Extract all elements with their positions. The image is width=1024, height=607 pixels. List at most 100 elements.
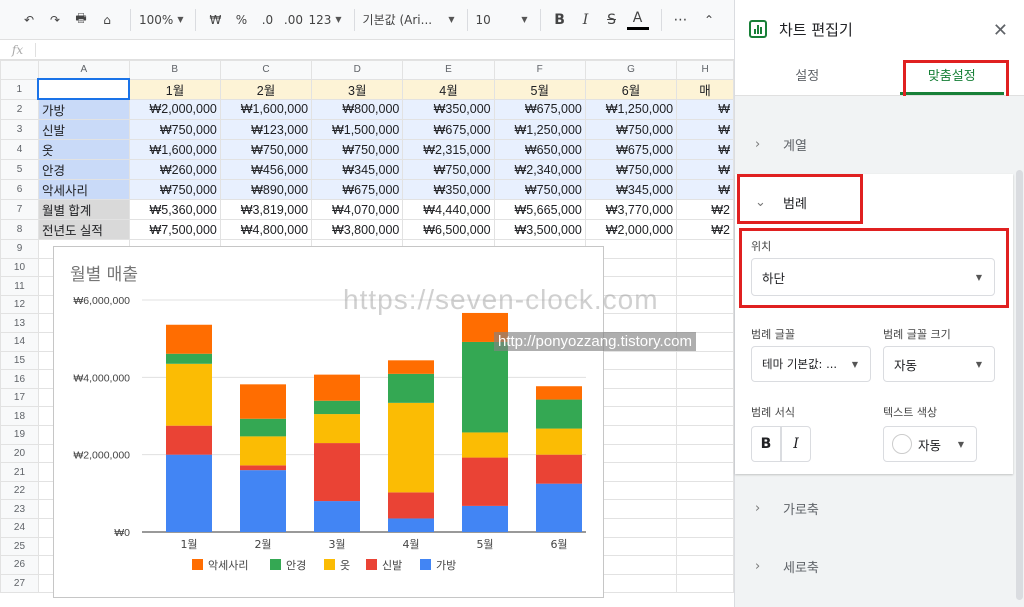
column-header[interactable]: D (311, 60, 404, 80)
cell[interactable]: ₩750,000 (128, 179, 221, 201)
cell[interactable]: ₩1,250,000 (584, 98, 678, 121)
text-color-dropdown[interactable]: 자동 ▼ (883, 426, 977, 462)
row-header[interactable]: 25 (0, 536, 39, 557)
row-header[interactable]: 14 (0, 332, 39, 352)
cell[interactable] (676, 480, 734, 501)
row-header[interactable]: 22 (0, 480, 39, 501)
cell[interactable]: ₩750,000 (584, 119, 678, 141)
cell[interactable]: ₩675,000 (584, 139, 678, 161)
column-header[interactable]: B (128, 60, 221, 80)
cell[interactable]: ₩ (676, 179, 734, 201)
panel-scrollbar[interactable] (1016, 170, 1023, 600)
cell[interactable]: 안경 (37, 159, 130, 181)
row-header[interactable]: 10 (0, 257, 39, 278)
column-header[interactable]: F (493, 60, 586, 80)
cell[interactable]: ₩7,500,000 (128, 219, 221, 241)
cell[interactable] (676, 555, 734, 575)
cell[interactable] (676, 443, 734, 464)
cell[interactable]: ₩2,340,000 (493, 159, 586, 181)
row-header[interactable]: 27 (0, 573, 39, 594)
cell[interactable]: 옷 (37, 139, 130, 161)
paint-format-icon[interactable]: ⌂ (96, 6, 118, 34)
cell[interactable]: ₩3,500,000 (493, 219, 586, 241)
cell[interactable]: ₩260,000 (128, 159, 221, 181)
cell[interactable]: ₩ (676, 159, 734, 181)
cell[interactable]: ₩890,000 (219, 179, 313, 201)
cell[interactable]: 1월 (128, 78, 221, 100)
cell[interactable]: ₩3,770,000 (584, 199, 678, 221)
currency-format-button[interactable]: ₩ (204, 6, 226, 34)
cell[interactable]: ₩345,000 (311, 159, 404, 181)
percent-format-button[interactable]: % (230, 6, 252, 34)
cell[interactable]: ₩350,000 (402, 98, 495, 121)
cell[interactable]: ₩750,000 (128, 119, 221, 141)
cell[interactable]: ₩750,000 (584, 159, 678, 181)
row-header[interactable]: 15 (0, 350, 39, 371)
cell[interactable] (676, 425, 734, 445)
cell[interactable]: ₩675,000 (402, 119, 495, 141)
cell[interactable]: ₩ (676, 98, 734, 121)
cell[interactable]: ₩1,600,000 (128, 139, 221, 161)
redo-icon[interactable]: ↷ (44, 6, 66, 34)
cell[interactable]: 가방 (37, 98, 130, 121)
cell[interactable]: ₩1,250,000 (493, 119, 586, 141)
cell[interactable]: 신발 (37, 119, 130, 141)
cell[interactable]: ₩4,800,000 (219, 219, 313, 241)
cell[interactable]: ₩2 (676, 199, 734, 221)
bold-button[interactable]: B (549, 6, 571, 34)
undo-icon[interactable]: ↶ (18, 6, 40, 34)
row-header[interactable]: 24 (0, 518, 39, 538)
row-header[interactable]: 2 (0, 98, 39, 121)
legend-italic-button[interactable]: I (781, 426, 811, 462)
more-options-button[interactable]: ⋯ (670, 6, 692, 34)
cell[interactable]: 5월 (493, 78, 586, 100)
cell[interactable]: ₩6,500,000 (402, 219, 495, 241)
column-header[interactable]: E (402, 60, 495, 80)
cell[interactable]: ₩5,665,000 (493, 199, 586, 221)
strikethrough-button[interactable]: S (601, 6, 623, 34)
cell[interactable]: 6월 (584, 78, 678, 100)
increase-decimal-button[interactable]: .00 (282, 6, 304, 34)
font-size-select[interactable]: 10 ▼ (476, 6, 528, 34)
row-header[interactable]: 6 (0, 179, 39, 201)
number-format-select[interactable]: 123 ▼ (308, 6, 341, 34)
row-header[interactable]: 7 (0, 199, 39, 221)
cell[interactable]: ₩2,315,000 (402, 139, 495, 161)
cell[interactable]: ₩4,440,000 (402, 199, 495, 221)
section-vertical-axis[interactable]: › 세로축 (735, 538, 1015, 594)
cell[interactable]: ₩800,000 (311, 98, 404, 121)
decrease-decimal-button[interactable]: .0 (256, 6, 278, 34)
row-header[interactable]: 21 (0, 462, 39, 482)
cell[interactable]: ₩5,360,000 (128, 199, 221, 221)
cell[interactable]: 3월 (311, 78, 404, 100)
row-header[interactable]: 4 (0, 139, 39, 161)
cell[interactable]: ₩3,800,000 (311, 219, 404, 241)
cell[interactable] (676, 276, 734, 296)
row-header[interactable]: 8 (0, 219, 39, 241)
cell[interactable] (676, 573, 734, 594)
cell[interactable]: ₩ (676, 139, 734, 161)
legend-font-dropdown[interactable]: 테마 기본값: ... ▼ (751, 346, 871, 382)
cell[interactable]: 전년도 실적 (37, 219, 130, 241)
row-header[interactable]: 11 (0, 276, 39, 296)
print-icon[interactable]: 🖶 (70, 6, 92, 34)
row-header[interactable]: 3 (0, 119, 39, 141)
cell[interactable] (676, 350, 734, 371)
cell[interactable]: ₩650,000 (493, 139, 586, 161)
cell[interactable]: ₩675,000 (493, 98, 586, 121)
cell[interactable] (676, 257, 734, 278)
column-header[interactable]: G (584, 60, 678, 80)
cell[interactable] (676, 239, 734, 259)
font-family-select[interactable]: 기본값 (Ari... ▼ (363, 6, 455, 34)
cell[interactable]: ₩123,000 (219, 119, 313, 141)
cell[interactable]: 월별 합계 (37, 199, 130, 221)
row-header[interactable]: 17 (0, 387, 39, 408)
cell[interactable] (676, 518, 734, 538)
cell[interactable] (37, 78, 131, 101)
cell[interactable]: ₩750,000 (402, 159, 495, 181)
column-header[interactable]: H (676, 60, 734, 80)
section-series[interactable]: › 계열 (735, 116, 1015, 172)
cell[interactable] (676, 536, 734, 557)
cell[interactable]: ₩3,819,000 (219, 199, 313, 221)
row-header[interactable]: 16 (0, 369, 39, 389)
